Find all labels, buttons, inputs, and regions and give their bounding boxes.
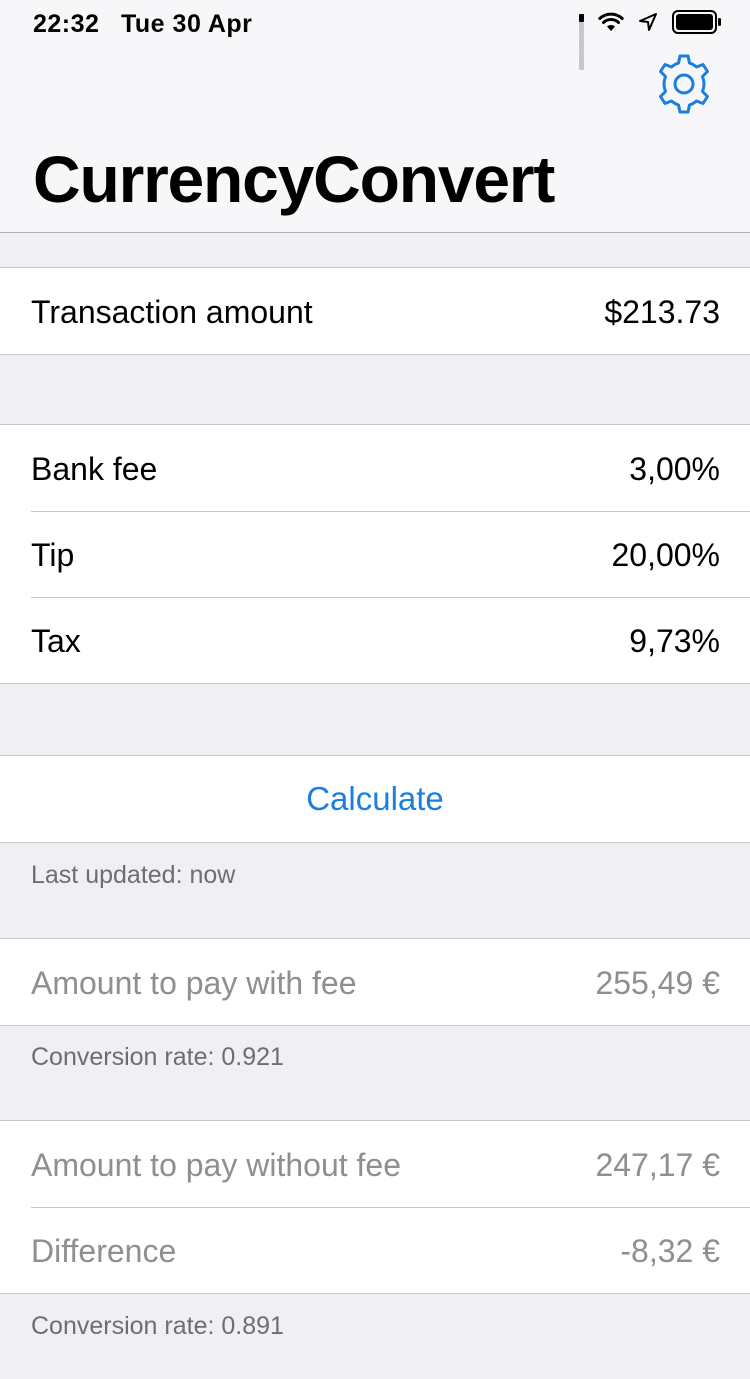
transaction-amount-row[interactable]: Transaction amount $213.73 xyxy=(0,268,750,354)
amount-with-fee-value: 255,49 € xyxy=(595,965,720,1001)
difference-value: -8,32 € xyxy=(620,1233,720,1269)
status-icons xyxy=(565,9,722,70)
tip-label: Tip xyxy=(31,537,75,573)
status-time: 22:32 xyxy=(33,10,100,38)
amount-with-fee-row: Amount to pay with fee 255,49 € xyxy=(0,939,750,1025)
difference-label: Difference xyxy=(31,1233,177,1269)
battery-icon xyxy=(672,9,722,39)
tip-value: 20,00% xyxy=(611,537,720,573)
amount-with-fee-label: Amount to pay with fee xyxy=(31,965,357,1001)
tax-label: Tax xyxy=(31,623,81,659)
without-fee-section: Amount to pay without fee 247,17 € Diffe… xyxy=(0,1120,750,1294)
fees-section: Bank fee 3,00% Tip 20,00% Tax 9,73% xyxy=(0,424,750,684)
difference-row: Difference -8,32 € xyxy=(0,1207,750,1293)
calculate-button[interactable]: Calculate xyxy=(0,756,750,842)
amount-without-fee-label: Amount to pay without fee xyxy=(31,1147,401,1183)
transaction-amount-label: Transaction amount xyxy=(31,294,313,330)
tax-value: 9,73% xyxy=(629,623,720,659)
bank-fee-value: 3,00% xyxy=(629,451,720,487)
location-arrow-icon xyxy=(638,12,658,37)
tax-row[interactable]: Tax 9,73% xyxy=(0,597,750,683)
status-bar: 22:32 Tue 30 Apr xyxy=(0,0,750,70)
conversion-rate-without-fee: Conversion rate: 0.891 xyxy=(31,1312,284,1340)
bank-fee-row[interactable]: Bank fee 3,00% xyxy=(0,425,750,511)
calculate-section: Calculate xyxy=(0,755,750,843)
wifi-icon xyxy=(598,12,624,37)
conversion-rate-with-fee: Conversion rate: 0.921 xyxy=(31,1043,284,1071)
settings-gear-icon[interactable] xyxy=(652,52,716,116)
bank-fee-label: Bank fee xyxy=(31,451,158,487)
status-date: Tue 30 Apr xyxy=(121,10,253,38)
navigation-header: 22:32 Tue 30 Apr CurrencyConvert xyxy=(0,0,750,233)
page-title: CurrencyConvert xyxy=(33,142,555,216)
tip-row[interactable]: Tip 20,00% xyxy=(0,511,750,597)
transaction-amount-value: $213.73 xyxy=(604,294,720,330)
amount-without-fee-value: 247,17 € xyxy=(595,1147,720,1183)
with-fee-section: Amount to pay with fee 255,49 € xyxy=(0,938,750,1026)
amount-without-fee-row: Amount to pay without fee 247,17 € xyxy=(0,1121,750,1207)
transaction-section: Transaction amount $213.73 xyxy=(0,267,750,355)
calculate-button-label: Calculate xyxy=(306,780,444,817)
last-updated-text: Last updated: now xyxy=(31,861,236,889)
cellular-signal-icon xyxy=(579,14,584,70)
